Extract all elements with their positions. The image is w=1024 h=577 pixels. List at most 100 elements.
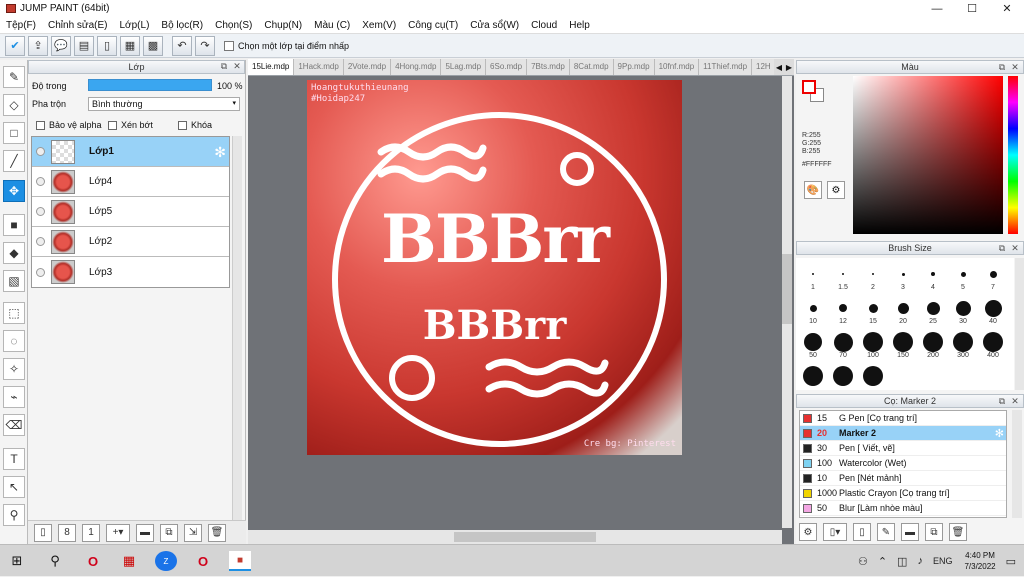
brush-size-option[interactable]	[858, 364, 888, 386]
windows-start-icon[interactable]: ⊞	[6, 551, 28, 571]
check-icon[interactable]: ✔	[5, 35, 25, 56]
brush-duplicate-icon[interactable]: ⧉	[925, 523, 943, 541]
hue-slider[interactable]	[1008, 76, 1018, 234]
fill-rect-tool-icon[interactable]: ■	[3, 214, 25, 236]
brush-size-option[interactable]: 25	[918, 296, 948, 325]
zalo-icon[interactable]: Z	[155, 551, 177, 571]
tab-document[interactable]: 9Pp.mdp	[613, 59, 655, 75]
brush-size-scrollbar[interactable]	[1015, 258, 1024, 390]
menu-help[interactable]: Help	[563, 17, 596, 34]
select-layer-checkbox[interactable]	[224, 40, 234, 51]
brush-size-option[interactable]: 5	[948, 262, 978, 291]
menu-select[interactable]: Chọn(S)	[209, 17, 258, 34]
tray-expand-icon[interactable]: ⌃	[878, 555, 887, 568]
line-tool-icon[interactable]: ╱	[3, 150, 25, 172]
menu-tools[interactable]: Công cụ(T)	[402, 17, 464, 34]
menu-window[interactable]: Cửa sổ(W)	[464, 17, 525, 34]
gear-icon[interactable]: ✻	[995, 427, 1004, 440]
operation-tool-icon[interactable]: ↖	[3, 476, 25, 498]
popout-icon[interactable]: ⧉	[997, 62, 1007, 72]
brush-tool-row[interactable]: 1000 Plastic Crayon [Cọ trang trí]	[800, 486, 1006, 501]
tab-document[interactable]: 15Lie.mdp	[248, 59, 295, 75]
brush-size-option[interactable]: 40	[978, 296, 1008, 325]
magic-wand-icon[interactable]: ✧	[3, 358, 25, 380]
new-brush-icon[interactable]: ▯▾	[823, 523, 847, 541]
brush-size-option[interactable]: 50	[798, 330, 828, 359]
bucket-tool-icon[interactable]: ◆	[3, 242, 25, 264]
color-picker-field[interactable]	[853, 76, 1003, 234]
new-1bit-layer-icon[interactable]: 1	[82, 523, 100, 542]
people-icon[interactable]: ⚇	[858, 555, 868, 568]
tab-document[interactable]: 6So.mdp	[486, 59, 528, 75]
foreground-color-swatch[interactable]	[802, 80, 816, 94]
layer-row[interactable]: Lớp1 ✻	[32, 137, 229, 167]
notifications-icon[interactable]: ▭	[1006, 555, 1016, 568]
gradient-tool-icon[interactable]: ▧	[3, 270, 25, 292]
brush-size-option[interactable]: 150	[888, 330, 918, 359]
shape-tool-icon[interactable]: □	[3, 122, 25, 144]
tab-document[interactable]: 2Vote.mdp	[343, 59, 392, 75]
layer-scrollbar[interactable]	[232, 136, 242, 566]
palette-settings-icon[interactable]: ⚙	[827, 181, 845, 199]
layer-row[interactable]: Lớp3	[32, 257, 229, 287]
menu-view[interactable]: Xem(V)	[356, 17, 402, 34]
lasso-select-icon[interactable]: ◌	[3, 330, 25, 352]
new-layer-icon[interactable]: ▯	[34, 523, 52, 542]
panel-icon[interactable]: ▦	[120, 35, 140, 56]
canvas-vertical-scroll-thumb[interactable]	[782, 254, 792, 324]
opera-gx-icon[interactable]: O	[192, 551, 214, 571]
tab-document[interactable]: 10fnf.mdp	[654, 59, 700, 75]
tab-document[interactable]: 8Cat.mdp	[569, 59, 614, 75]
brush-tool-row[interactable]: 20 Marker 2 ✻	[800, 426, 1006, 441]
opacity-slider[interactable]	[88, 79, 212, 91]
share-icon[interactable]: ⇪	[28, 35, 48, 56]
trash-icon[interactable]: 🗑	[208, 523, 226, 542]
canvas-horizontal-scroll-thumb[interactable]	[454, 532, 596, 542]
layer-row[interactable]: Lớp4	[32, 167, 229, 197]
panel-close-icon[interactable]: ✕	[1010, 62, 1020, 72]
pen-tool-icon[interactable]: ✎	[3, 66, 25, 88]
language-indicator[interactable]: ENG	[933, 556, 953, 566]
lock-option[interactable]: Khóa	[178, 120, 212, 131]
clock[interactable]: 4:40 PM 7/3/2022	[964, 550, 995, 572]
duplicate-layer-icon[interactable]: ⧉	[160, 523, 178, 542]
text-tool-icon[interactable]: T	[3, 448, 25, 470]
brush-size-option[interactable]: 400	[978, 330, 1008, 359]
artwork-canvas[interactable]: BBBrr BBBrr Hoangtukuthieunang #Hoidap24…	[307, 80, 682, 455]
brush-size-option[interactable]: 15	[858, 296, 888, 325]
popout-icon[interactable]: ⧉	[997, 396, 1007, 406]
tab-document[interactable]: 11Thief.mdp	[699, 59, 753, 75]
brush-size-option[interactable]: 100	[858, 330, 888, 359]
brush-size-option[interactable]	[798, 364, 828, 386]
select-pen-icon[interactable]: ⌁	[3, 386, 25, 408]
undo-icon[interactable]: ↶	[172, 35, 192, 56]
layer-row[interactable]: Lớp5	[32, 197, 229, 227]
brush-tool-row[interactable]: 30 Pen [ Viết, vẽ]	[800, 441, 1006, 456]
panel-close-icon[interactable]: ✕	[1010, 396, 1020, 406]
brush-page-icon[interactable]: ▯	[853, 523, 871, 541]
grid-check-icon[interactable]: ▩	[143, 35, 163, 56]
eyedropper-tool-icon[interactable]: ⚲	[3, 504, 25, 526]
brush-size-option[interactable]: 20	[888, 296, 918, 325]
brush-tool-row[interactable]: 50 Blur [Làm nhòe màu]	[800, 501, 1006, 516]
menu-layer[interactable]: Lớp(L)	[114, 17, 156, 34]
tab-document[interactable]: 7Bts.mdp	[527, 59, 570, 75]
brush-settings-icon[interactable]: ⚙	[799, 523, 817, 541]
close-button[interactable]: ✕	[990, 0, 1024, 17]
brush-size-option[interactable]: 2	[858, 262, 888, 291]
layer-row[interactable]: Lớp2	[32, 227, 229, 257]
visibility-icon[interactable]	[36, 237, 45, 246]
new-8bit-layer-icon[interactable]: 8	[58, 523, 76, 542]
menu-capture[interactable]: Chụp(N)	[258, 17, 308, 34]
brush-edit-icon[interactable]: ✎	[877, 523, 895, 541]
tab-document[interactable]: 1Hack.mdp	[294, 59, 344, 75]
brush-size-option[interactable]	[828, 364, 858, 386]
brush-folder-icon[interactable]: ▬	[901, 523, 919, 541]
brush-size-option[interactable]: 7	[978, 262, 1008, 291]
brush-size-option[interactable]: 1	[798, 262, 828, 291]
search-icon[interactable]: ⚲	[44, 551, 66, 571]
brush-tool-row[interactable]: 15 G Pen [Cọ trang trí]	[800, 411, 1006, 426]
rect-select-icon[interactable]: ⬚	[3, 302, 25, 324]
merge-layer-icon[interactable]: ⇲	[184, 523, 202, 542]
page-icon[interactable]: ▯	[97, 35, 117, 56]
